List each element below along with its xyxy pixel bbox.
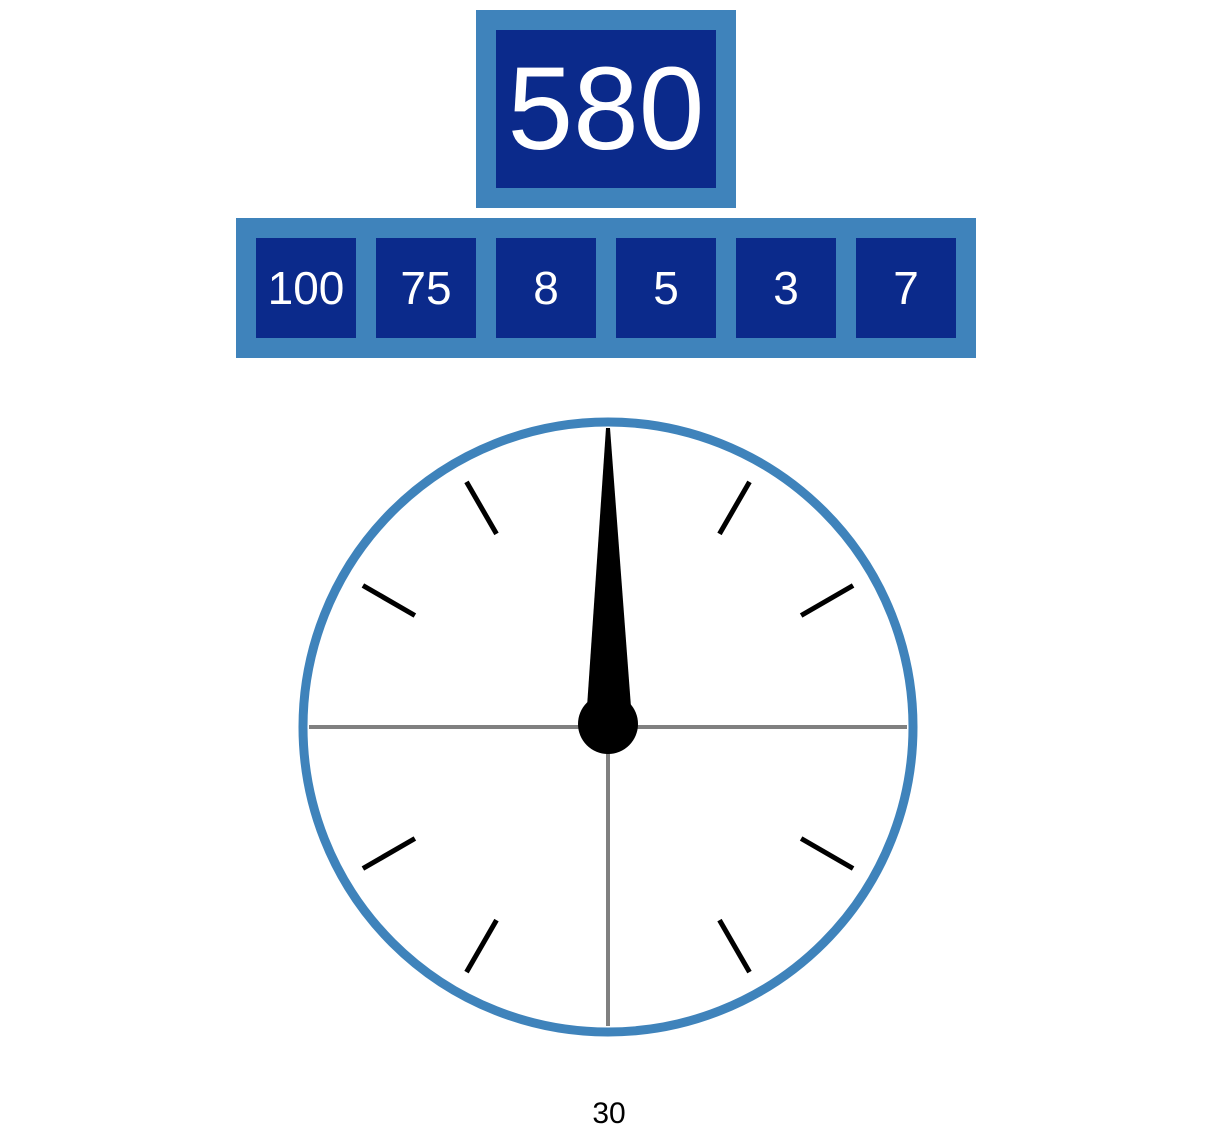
timer-readout: 30 [592,1097,626,1130]
countdown-clock [298,417,918,1037]
clock-hand-hub [578,694,638,754]
